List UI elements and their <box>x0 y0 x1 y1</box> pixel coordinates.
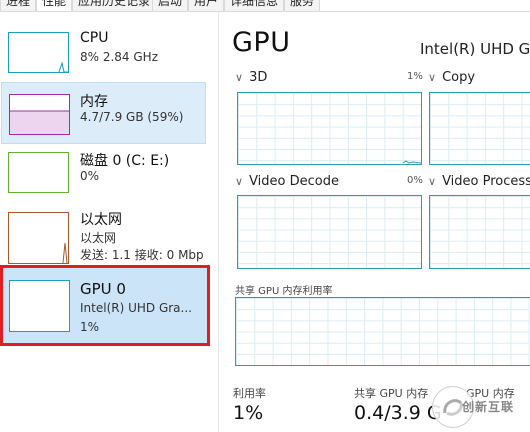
sidebar-item-label: CPU <box>80 30 109 46</box>
tab-startup[interactable]: 启动 <box>152 0 189 11</box>
sidebar-item-detail: 8% 2.84 GHz <box>80 50 159 64</box>
cpu-sparkline <box>58 61 68 72</box>
engine-graph-video-decode <box>237 195 422 269</box>
gpu-model-name: Intel(R) UHD G <box>420 40 530 58</box>
engine-selector-video-decode[interactable]: ∨ Video Decode <box>235 174 339 189</box>
engine-percent: 0% <box>407 175 423 186</box>
engine-percent: 1% <box>407 71 423 82</box>
chevron-down-icon: ∨ <box>428 71 437 84</box>
shared-memory-graph <box>235 297 530 366</box>
engine-selector-3d[interactable]: ∨ 3D <box>235 70 267 85</box>
page-title: GPU <box>232 27 291 58</box>
engine-label: Video Processi <box>442 174 530 189</box>
engine-selector-video-processing[interactable]: ∨ Video Processi <box>428 174 530 189</box>
sidebar-item-usage: 1% <box>80 320 100 334</box>
tab-services[interactable]: 服务 <box>284 0 321 11</box>
shared-memory-label: 共享 GPU 内存 <box>354 387 429 400</box>
sidebar-item-gpu[interactable]: GPU 0 Intel(R) UHD Gra... 1% <box>0 265 210 346</box>
sidebar-item-label: GPU 0 <box>80 280 126 298</box>
engine-label: Copy <box>442 70 476 85</box>
sidebar-item-detail: 0% <box>80 169 100 183</box>
watermark-logo: 创新互联 <box>432 386 530 432</box>
chevron-down-icon: ∨ <box>235 71 244 84</box>
utilization-label: 利用率 <box>233 387 266 400</box>
engine-graph-video-processing <box>429 195 530 269</box>
tab-strip: 进程 性能 应用历史记录 启动 用户 详细信息 服务 <box>0 0 530 12</box>
tab-users[interactable]: 用户 <box>188 0 225 11</box>
utilization-value: 1% <box>233 402 264 424</box>
sidebar-item-label: 以太网 <box>80 212 122 228</box>
tab-app-history[interactable]: 应用历史记录 <box>72 0 157 11</box>
engine-label: Video Decode <box>249 174 339 189</box>
watermark-text: 创新互联 <box>462 400 515 414</box>
disk-thumbnail-graph <box>8 152 69 193</box>
sidebar-item-ethernet[interactable]: 以太网 以太网 发送: 1.1 接收: 0 Mbp <box>0 204 206 264</box>
shared-memory-caption: 共享 GPU 内存利用率 <box>235 286 333 297</box>
sidebar-item-label: 磁盘 0 (C: E:) <box>80 153 170 169</box>
engine-label: 3D <box>249 70 268 85</box>
ethernet-sparkline <box>62 242 68 263</box>
3d-usage-line <box>402 160 421 164</box>
sidebar-item-throughput: 发送: 1.1 接收: 0 Mbp <box>80 248 204 262</box>
chevron-down-icon: ∨ <box>428 175 437 188</box>
sidebar-item-label: 内存 <box>80 94 108 110</box>
gpu-thumbnail-graph <box>9 280 70 332</box>
tab-performance[interactable]: 性能 <box>36 0 73 11</box>
sidebar-item-disk[interactable]: 磁盘 0 (C: E:) 0% <box>0 144 206 204</box>
sidebar-item-detail: Intel(R) UHD Gra... <box>80 301 192 315</box>
engine-selector-copy[interactable]: ∨ Copy <box>428 70 475 85</box>
sidebar-item-detail: 4.7/7.9 GB (59%) <box>80 110 184 124</box>
tab-details[interactable]: 详细信息 <box>224 0 285 11</box>
memory-thumbnail-graph <box>9 94 70 135</box>
sidebar-divider <box>218 12 219 432</box>
engine-graph-copy <box>429 92 530 165</box>
tab-processes[interactable]: 进程 <box>0 0 37 11</box>
sidebar-item-memory[interactable]: 内存 4.7/7.9 GB (59%) <box>1 82 206 144</box>
sidebar-item-detail: 以太网 <box>80 231 117 245</box>
memory-sparkline <box>10 110 69 134</box>
ethernet-thumbnail-graph <box>8 212 69 264</box>
chevron-down-icon: ∨ <box>235 175 244 188</box>
cpu-thumbnail-graph <box>8 32 69 73</box>
engine-graph-3d <box>237 92 422 165</box>
sidebar-item-cpu[interactable]: CPU 8% 2.84 GHz <box>0 20 206 80</box>
shared-memory-value: 0.4/3.9 G <box>354 402 442 424</box>
